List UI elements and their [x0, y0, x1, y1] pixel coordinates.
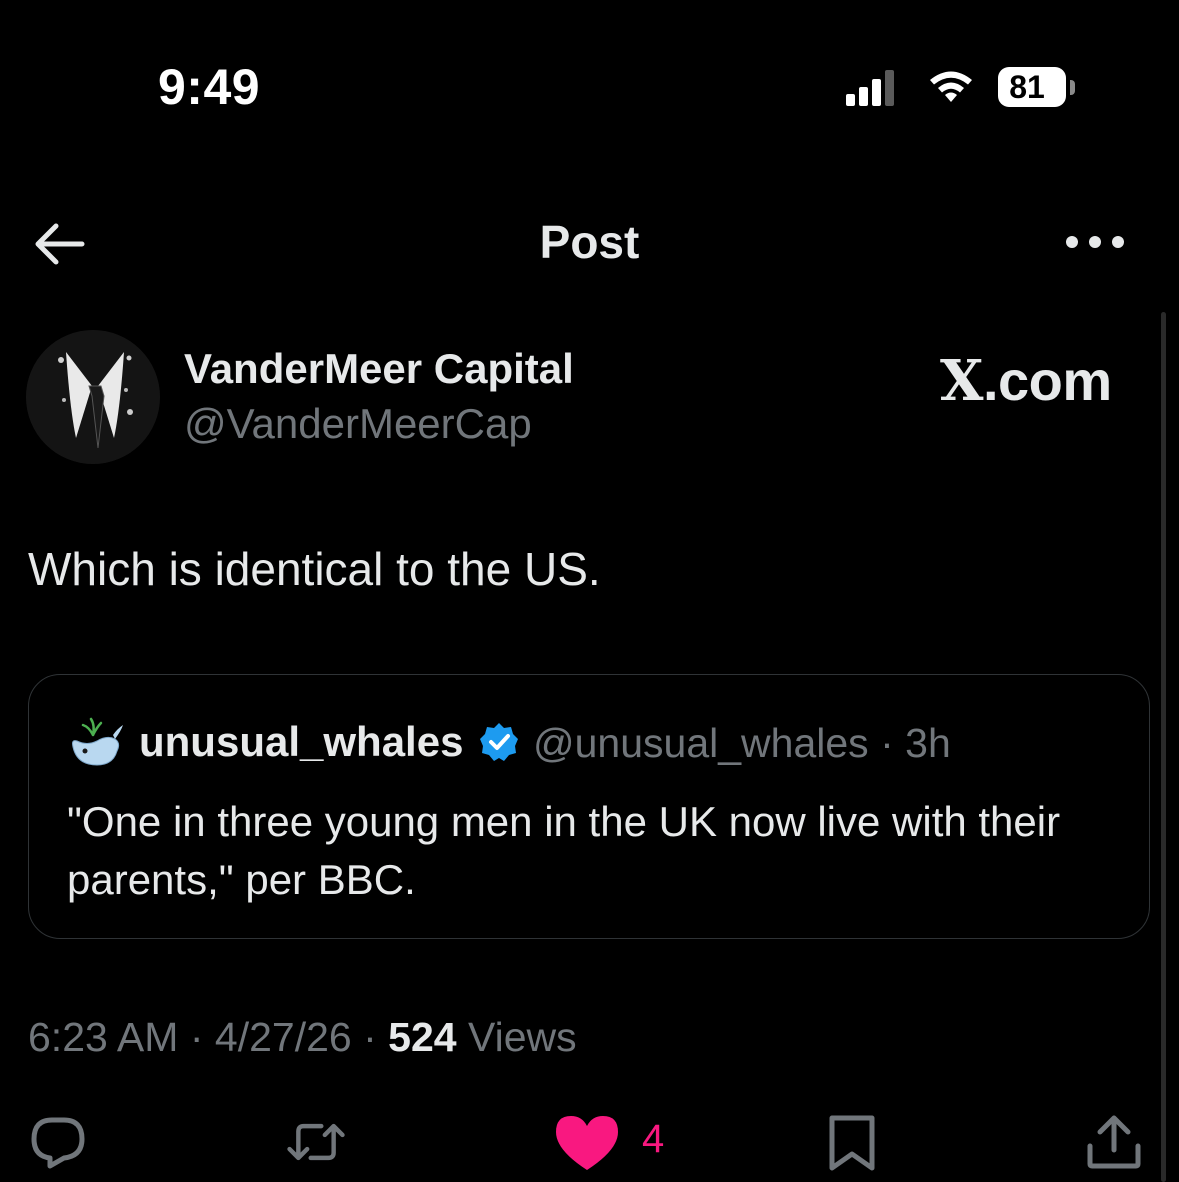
watermark-suffix: .com — [982, 349, 1112, 412]
whale-avatar-icon — [72, 717, 123, 766]
post-meta: 6:23 AM · 4/27/26 · 524 Views — [28, 1014, 577, 1061]
views-count: 524 — [388, 1014, 457, 1060]
quote-meta: @unusual_whales · 3h — [533, 720, 951, 767]
x-logo-mark: X — [940, 348, 983, 414]
battery-level: 81 — [1009, 69, 1045, 105]
post-date: 4/27/26 — [214, 1014, 352, 1060]
meta-separator-2: · — [363, 1014, 377, 1060]
wifi-icon — [930, 71, 972, 102]
repost-icon[interactable] — [286, 1112, 346, 1172]
quote-author-name: unusual_whales — [139, 718, 464, 765]
x-com-watermark: X.com — [940, 348, 1112, 414]
scrollbar — [1161, 312, 1166, 1182]
views-label: Views — [468, 1014, 577, 1060]
meta-separator-1: · — [189, 1014, 204, 1060]
heart-icon[interactable] — [552, 1112, 622, 1172]
quote-text: "One in three young men in the UK now li… — [67, 798, 1061, 903]
share-icon[interactable] — [1084, 1112, 1144, 1172]
quote-time: 3h — [905, 720, 951, 766]
author-display-name[interactable]: VanderMeer Capital — [184, 345, 574, 393]
cellular-signal-icon — [846, 70, 894, 106]
like-count: 4 — [642, 1117, 665, 1161]
author-avatar[interactable] — [26, 330, 160, 464]
battery-indicator: 81 — [998, 67, 1076, 109]
bookmark-icon[interactable] — [822, 1112, 882, 1172]
quote-handle: @unusual_whales — [533, 720, 869, 766]
post-text: Which is identical to the US. — [28, 543, 601, 595]
more-dots-icon[interactable] — [1064, 232, 1126, 252]
page-title: Post — [539, 216, 640, 268]
post-time: 6:23 AM — [28, 1014, 179, 1060]
quote-separator: · — [880, 720, 894, 766]
verified-badge-icon — [480, 723, 518, 761]
quoted-post-card[interactable]: unusual_whales @unusual_whales · 3h "One… — [28, 674, 1150, 939]
status-time: 9:49 — [158, 59, 261, 115]
suit-tie-logo-icon — [26, 330, 160, 464]
reply-icon[interactable] — [28, 1112, 88, 1172]
author-handle[interactable]: @VanderMeerCap — [184, 400, 532, 448]
